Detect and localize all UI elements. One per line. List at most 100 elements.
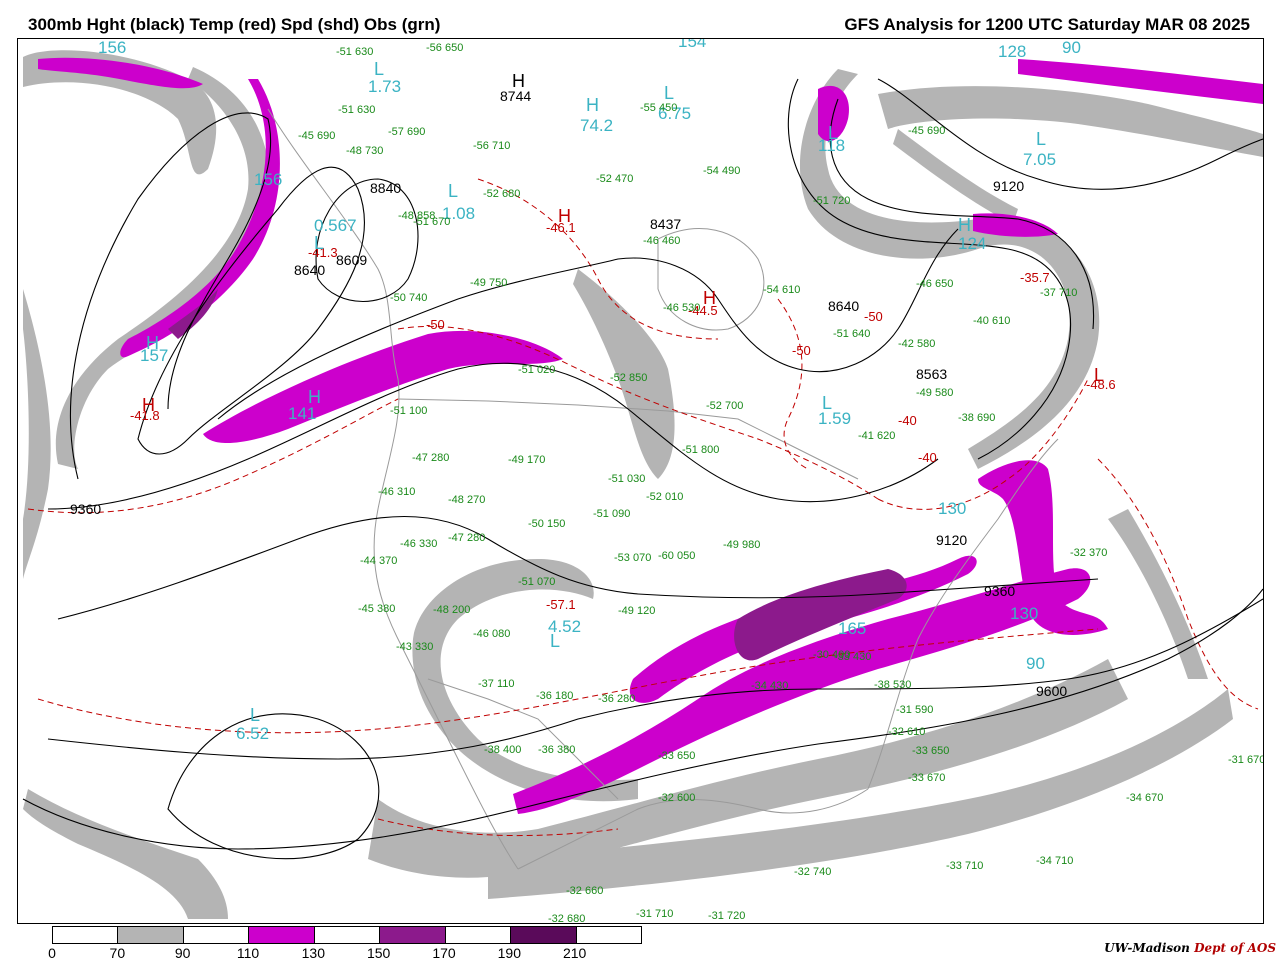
station-observation: -50 740 [390, 292, 427, 304]
station-observation: -32 600 [658, 792, 695, 804]
legend-label: 90 [174, 945, 191, 961]
analysis-valid-time: GFS Analysis for 1200 UTC Saturday MAR 0… [844, 15, 1250, 34]
speed-label: 90 [1062, 39, 1081, 57]
legend-segment [53, 927, 119, 943]
station-observation: -31 710 [636, 908, 673, 920]
height-contour-9120-west [47, 362, 939, 510]
station-observation: -52 680 [483, 188, 520, 200]
pressure-center: H [558, 206, 571, 226]
speed-label: 156 [98, 39, 126, 57]
station-observation: -36 280 [598, 693, 635, 705]
temperature-label: -40 [918, 450, 937, 465]
isotherm-minus-40-west [27, 398, 399, 514]
station-observation: -36 180 [536, 690, 573, 702]
station-observation: -55 450 [640, 102, 677, 114]
pressure-center: H [146, 333, 159, 353]
speed-label: 124 [958, 234, 986, 253]
station-observation: -34 710 [1036, 855, 1073, 867]
station-observation: -51 630 [336, 46, 373, 58]
height-label: 9120 [993, 178, 1024, 194]
legend-segment [511, 927, 577, 943]
station-observation: -33 670 [908, 772, 945, 784]
station-observation: -46 650 [916, 278, 953, 290]
station-observation: -31 720 [708, 910, 745, 922]
height-label: 8609 [336, 252, 367, 268]
legend-segment [576, 927, 641, 943]
speed-label: 6.52 [236, 724, 269, 743]
height-label: 8640 [828, 298, 859, 314]
height-label: 8640 [294, 262, 325, 278]
isotherm-atlantic [1097, 458, 1259, 710]
height-contour-pacific-low [167, 713, 380, 860]
jet-core-plains [203, 330, 563, 444]
station-observation: -51 720 [813, 195, 850, 207]
weather-map: 8744 8840 8640 8609 8437 8640 8563 9120 9360 9120… [17, 38, 1264, 924]
speed-label: 130 [1010, 604, 1038, 623]
canada-us-border [397, 398, 859, 480]
station-observation: -45 690 [298, 130, 335, 142]
pressure-center: L [374, 59, 384, 79]
pressure-center: L [1036, 129, 1046, 149]
speed-label: 128 [998, 42, 1026, 61]
station-observation: -37 110 [478, 678, 515, 690]
station-observation: -36 380 [538, 744, 575, 756]
station-observation: -34 670 [1126, 792, 1163, 804]
station-observation: -53 070 [614, 552, 651, 564]
temperature-label: -50 [864, 309, 883, 324]
speed-band-atlantic-east [1108, 509, 1208, 679]
pressure-center: L [1094, 365, 1104, 385]
station-observation: -48 730 [346, 145, 383, 157]
height-label: 8840 [370, 180, 401, 196]
station-observation: -48 270 [448, 494, 485, 506]
station-observation: -54 490 [703, 165, 740, 177]
speed-band-northwest [23, 289, 51, 579]
station-observation: -51 630 [338, 104, 375, 116]
station-observation: -51 030 [608, 473, 645, 485]
station-observation: -33 710 [946, 860, 983, 872]
station-observation: -31 670 [1228, 754, 1263, 766]
station-observation: -41 620 [858, 430, 895, 442]
station-observation: -32 740 [794, 866, 831, 878]
credit-line: UW-Madison Dept of AOS [1104, 941, 1276, 955]
height-label: 8437 [650, 216, 681, 232]
station-observation: -46 310 [378, 486, 415, 498]
station-observation: -51 020 [518, 364, 555, 376]
height-label: 9120 [936, 532, 967, 548]
speed-label: 90 [1026, 654, 1045, 673]
station-observation: -51 090 [593, 508, 630, 520]
legend-segment [445, 927, 512, 943]
speed-band-hudson [893, 129, 1018, 224]
station-observation: -45 380 [358, 603, 395, 615]
station-observation: -32 660 [566, 885, 603, 897]
height-label: 9600 [1036, 683, 1067, 699]
legend-label: 150 [366, 945, 391, 961]
legend-segment [118, 927, 184, 943]
speed-label: 7.05 [1023, 150, 1056, 169]
station-observation: -57 690 [388, 126, 425, 138]
station-observation: -37 710 [1040, 287, 1077, 299]
speed-label: 74.2 [580, 116, 613, 135]
station-observation: -51 100 [390, 405, 427, 417]
station-observation: -42 580 [898, 338, 935, 350]
station-observation: -33 650 [658, 750, 695, 762]
speed-label: 154 [678, 39, 706, 51]
station-observation: -33 430 [834, 651, 871, 663]
height-label: 8563 [916, 366, 947, 382]
legend-segment [183, 927, 250, 943]
station-observation: -47 280 [448, 532, 485, 544]
station-observation: -54 610 [763, 284, 800, 296]
legend-label: 70 [109, 945, 126, 961]
station-observation: -52 470 [596, 173, 633, 185]
station-observation: -47 280 [412, 452, 449, 464]
height-label: 9360 [984, 583, 1015, 599]
temperature-label: -57.1 [546, 597, 576, 612]
legend-label: 110 [236, 945, 260, 961]
station-observation: -56 650 [426, 42, 463, 54]
legend-label: 170 [432, 945, 456, 961]
speed-label: 130 [938, 499, 966, 518]
speed-label: 1.73 [368, 77, 401, 96]
station-observation: -52 700 [706, 400, 743, 412]
legend-segment [380, 927, 446, 943]
chart-title: 300mb Hght (black) Temp (red) Spd (shd) … [28, 15, 441, 34]
pressure-center: H [512, 71, 525, 91]
